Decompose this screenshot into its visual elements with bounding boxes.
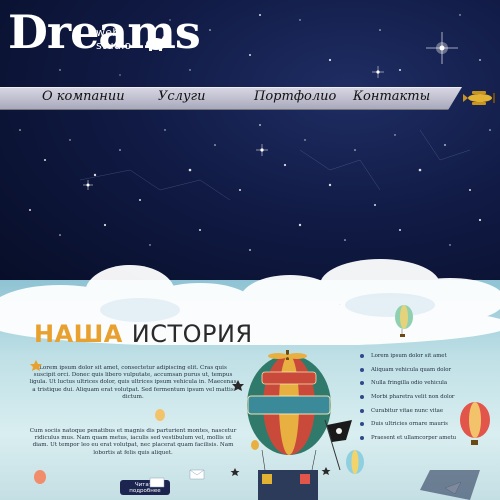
- bullet-icon: [360, 354, 364, 358]
- read-more-button[interactable]: Читать подробнее: [120, 480, 170, 495]
- airplane-icon: [463, 91, 495, 105]
- section-title: НАША ИСТОРИЯ: [34, 320, 253, 348]
- nav-item-portfolio[interactable]: Портфолио: [254, 89, 336, 104]
- bullet-icon: [360, 422, 364, 427]
- bullet-icon: [360, 381, 364, 386]
- bear-icon: [146, 36, 169, 51]
- bullet-icon: [360, 408, 364, 413]
- list-item: Lorem ipsum dolor sit amet: [360, 352, 456, 366]
- bullet-icon: [360, 367, 364, 372]
- nav-item-services[interactable]: Услуги: [158, 89, 205, 104]
- list-item: Curabitur vitae nunc vitae: [360, 407, 456, 421]
- list-item: Praesent et ullamcorper ametu: [360, 434, 456, 448]
- list-item: Duis ultricies ornare mauris: [360, 420, 456, 434]
- title-part-our: НАША: [34, 320, 123, 348]
- nav-item-about[interactable]: О компании: [42, 89, 125, 104]
- nav-item-contacts[interactable]: Контакты: [353, 89, 430, 104]
- list-item: Nulla fringilla odio vehicula: [360, 379, 456, 393]
- bullet-icon: [360, 395, 364, 400]
- features-list: Lorem ipsum dolor sit amet Aliquam vehic…: [360, 352, 456, 448]
- main-navigation: О компании Услуги Портфолио Контакты: [0, 87, 462, 110]
- list-item: Morbi pharetra velit non dolor: [360, 393, 456, 407]
- logo-subtitle: web-studio: [96, 26, 132, 52]
- title-part-history: ИСТОРИЯ: [131, 320, 253, 348]
- intro-paragraph: Lorem ipsum dolor sit amet, consectetur …: [29, 365, 237, 400]
- bullet-icon: [360, 436, 364, 441]
- second-paragraph: Cum sociis natoque penatibus et magnis d…: [29, 428, 237, 456]
- list-item: Aliquam vehicula quam dolor: [360, 366, 456, 380]
